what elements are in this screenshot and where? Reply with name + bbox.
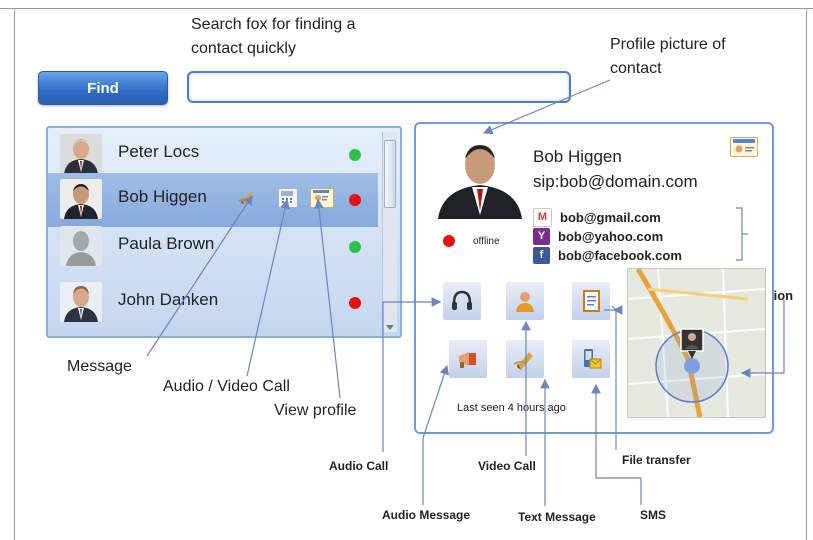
callout-lines (146, 79, 785, 506)
